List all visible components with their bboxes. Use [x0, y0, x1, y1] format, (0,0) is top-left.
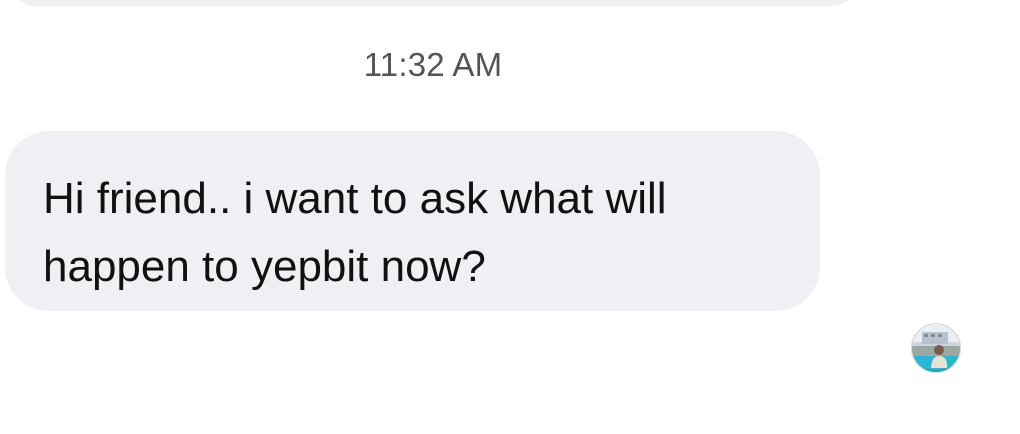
- incoming-message-bubble[interactable]: Hi friend.. i want to ask what will happ…: [5, 131, 820, 311]
- message-timestamp: 11:32 AM: [363, 46, 503, 83]
- avatar-photo-icon: [912, 324, 960, 372]
- previous-message-bubble[interactable]: [8, 0, 860, 6]
- contact-avatar[interactable]: [911, 323, 961, 373]
- chat-conversation-view: 11:32 AM Hi friend.. i want to ask what …: [0, 0, 1020, 434]
